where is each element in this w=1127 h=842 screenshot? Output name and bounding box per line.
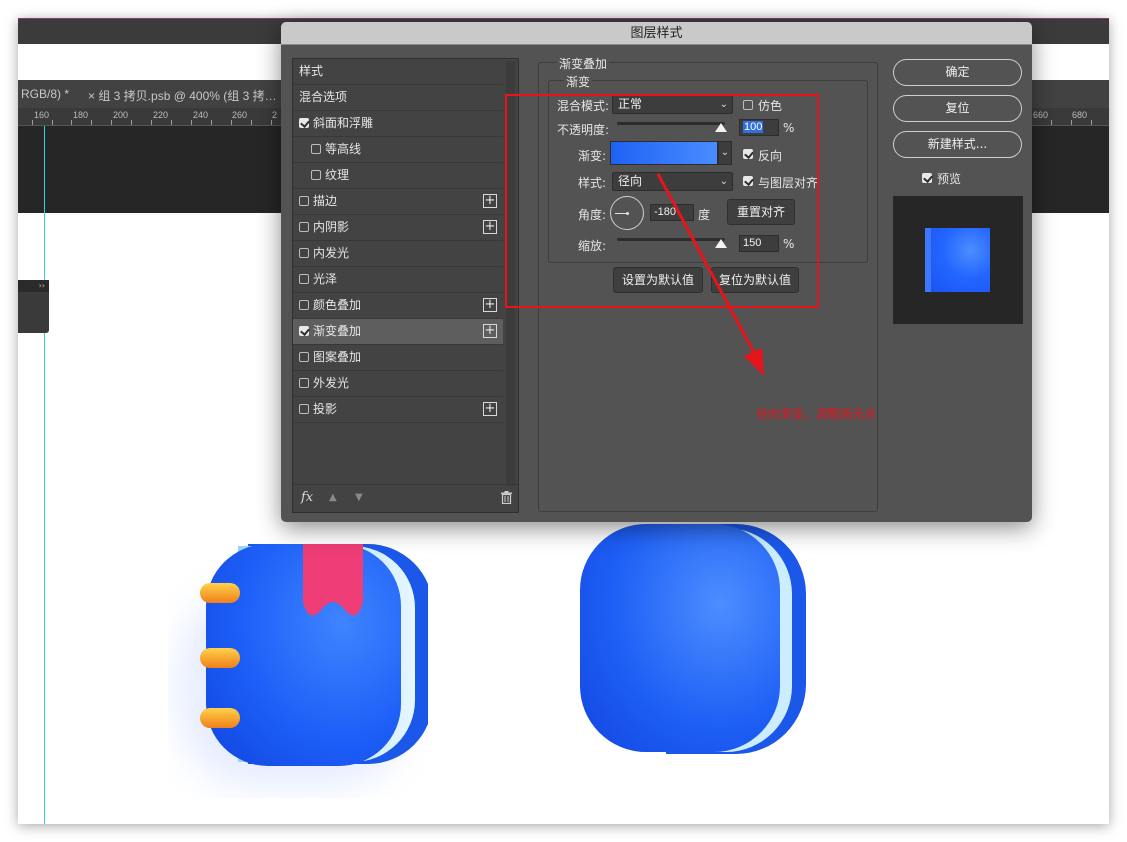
- ruler-tick: [131, 120, 132, 125]
- style-item-drop-shadow[interactable]: 投影 +: [293, 397, 503, 423]
- add-effect-plus-icon[interactable]: +: [483, 194, 497, 208]
- ruler-tick: [231, 120, 232, 125]
- panel-expand-icon[interactable]: ››: [18, 280, 49, 292]
- ruler-number: 160: [34, 110, 50, 120]
- style-item-label: 内发光: [313, 246, 350, 260]
- move-down-icon[interactable]: ▼: [355, 492, 363, 503]
- add-effect-plus-icon[interactable]: +: [483, 402, 497, 416]
- style-item-label: 渐变叠加: [313, 324, 362, 338]
- checkbox[interactable]: [299, 118, 309, 128]
- style-item-bevel-emboss[interactable]: 斜面和浮雕: [293, 111, 503, 137]
- styles-list-footer: fx ▲ ▼: [293, 484, 518, 512]
- checkbox[interactable]: [299, 222, 309, 232]
- style-item-styles[interactable]: 样式: [293, 59, 503, 85]
- ruler-number: 260: [232, 110, 248, 120]
- style-item-gradient-overlay[interactable]: 渐变叠加 +: [293, 319, 503, 345]
- add-effect-plus-icon[interactable]: +: [483, 220, 497, 234]
- ruler-tick: [91, 120, 92, 125]
- preview-thumbnail: [893, 196, 1023, 324]
- style-item-texture[interactable]: 纹理: [293, 163, 503, 189]
- dialog-title[interactable]: 图层样式: [281, 22, 1032, 45]
- preview-swatch: [925, 228, 990, 292]
- group-title: 渐变: [564, 73, 593, 90]
- collapsed-panel[interactable]: ››: [18, 280, 49, 333]
- checkbox[interactable]: [299, 196, 309, 206]
- notebook-icon-artwork: [178, 544, 428, 788]
- ok-button[interactable]: 确定: [893, 59, 1022, 86]
- preview-label: 预览: [937, 172, 962, 186]
- reset-button[interactable]: 复位: [893, 95, 1022, 122]
- style-item-label: 混合选项: [299, 90, 348, 104]
- style-item-label: 光泽: [313, 272, 338, 286]
- ruler-number: 200: [113, 110, 129, 120]
- checkbox[interactable]: [299, 404, 309, 414]
- style-item-label: 图案叠加: [313, 350, 362, 364]
- style-item-label: 投影: [313, 402, 338, 416]
- checkbox[interactable]: [299, 352, 309, 362]
- ruler-tick: [211, 120, 212, 125]
- section-title: 渐变叠加: [557, 55, 610, 72]
- trash-icon[interactable]: [501, 491, 512, 504]
- checkbox[interactable]: [311, 170, 321, 180]
- style-item-label: 纹理: [325, 168, 350, 182]
- checkbox[interactable]: [299, 326, 309, 336]
- ruler-number: 2: [272, 110, 278, 120]
- ruler-number: 660: [1033, 110, 1049, 120]
- style-item-satin[interactable]: 光泽: [293, 267, 503, 293]
- style-item-color-overlay[interactable]: 颜色叠加 +: [293, 293, 503, 319]
- new-style-button[interactable]: 新建样式...: [893, 131, 1022, 158]
- ruler-tick: [52, 120, 53, 125]
- style-item-label: 描边: [313, 194, 338, 208]
- style-item-outer-glow[interactable]: 外发光: [293, 371, 503, 397]
- annotation-note: 径向渐变，调整高光点: [756, 407, 877, 421]
- checkbox[interactable]: [299, 274, 309, 284]
- style-item-contour[interactable]: 等高线: [293, 137, 503, 163]
- ruler-tick: [191, 120, 192, 125]
- ruler-tick: [151, 120, 152, 125]
- style-item-inner-glow[interactable]: 内发光: [293, 241, 503, 267]
- style-item-stroke[interactable]: 描边 +: [293, 189, 503, 215]
- ruler-tick: [251, 120, 252, 125]
- move-up-icon[interactable]: ▲: [329, 492, 337, 503]
- style-item-pattern-overlay[interactable]: 图案叠加: [293, 345, 503, 371]
- ruler-tick: [71, 120, 72, 125]
- style-item-label: 颜色叠加: [313, 298, 362, 312]
- checkbox[interactable]: [299, 248, 309, 258]
- add-effect-plus-icon[interactable]: +: [483, 298, 497, 312]
- preview-checkbox[interactable]: [922, 173, 932, 183]
- ruler-tick: [111, 120, 112, 125]
- ruler-tick: [171, 120, 172, 125]
- ruler-tick: [1051, 120, 1052, 125]
- style-item-label: 等高线: [325, 142, 362, 156]
- ruler-number: 680: [1072, 110, 1088, 120]
- guide-line[interactable]: [44, 126, 45, 824]
- style-item-label: 斜面和浮雕: [313, 116, 374, 130]
- ruler-number: 180: [73, 110, 89, 120]
- checkbox[interactable]: [311, 144, 321, 154]
- ruler-tick: [1091, 120, 1092, 125]
- style-item-label: 内阴影: [313, 220, 350, 234]
- style-item-label: 外发光: [313, 376, 350, 390]
- document-tab-active[interactable]: × 组 3 拷贝.psb @ 400% (组 3 拷…: [88, 87, 277, 104]
- ruler-tick: [271, 120, 272, 125]
- style-item-inner-shadow[interactable]: 内阴影 +: [293, 215, 503, 241]
- blank-icon-artwork: [580, 524, 806, 754]
- ruler-number: 240: [193, 110, 209, 120]
- style-item-label: 样式: [299, 64, 324, 78]
- ruler-number: 220: [153, 110, 169, 120]
- style-item-blending-options[interactable]: 混合选项: [293, 85, 503, 111]
- add-effect-plus-icon[interactable]: +: [483, 324, 497, 338]
- checkbox[interactable]: [299, 378, 309, 388]
- document-tab-previous[interactable]: RGB/8) *: [21, 87, 69, 101]
- checkbox[interactable]: [299, 300, 309, 310]
- annotation-arrow-icon: [656, 173, 764, 376]
- ruler-tick: [1071, 120, 1072, 125]
- styles-list: 样式 混合选项 斜面和浮雕 等高线 纹理 描边 + 内阴影 + 内发光 光泽 颜色叠…: [292, 58, 519, 513]
- ruler-tick: [32, 120, 33, 125]
- fx-icon[interactable]: fx: [301, 490, 313, 505]
